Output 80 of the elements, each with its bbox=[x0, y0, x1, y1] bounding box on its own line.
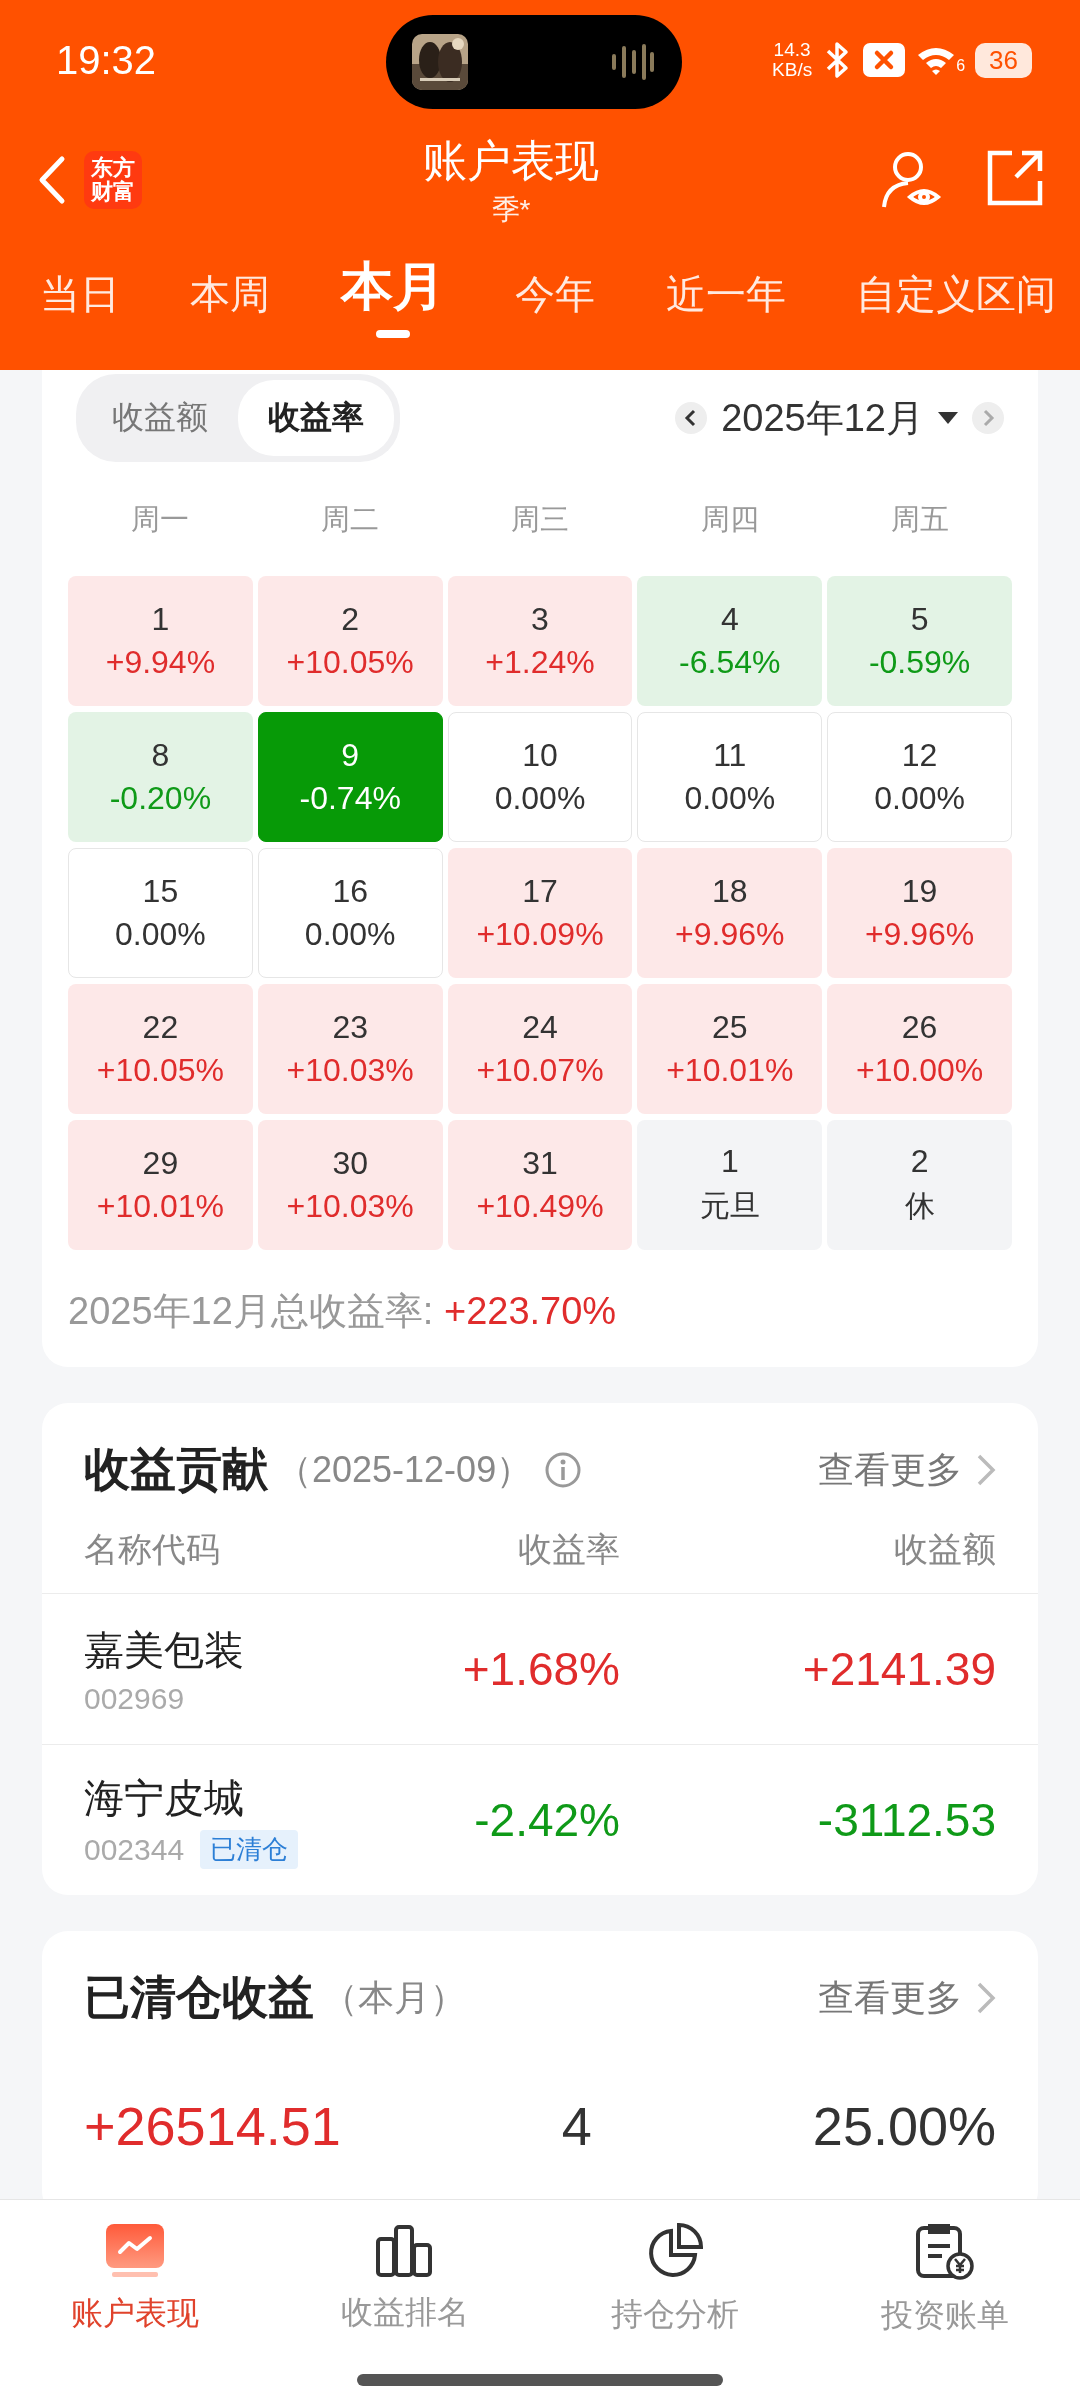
app-logo: 东方 财富 bbox=[84, 151, 142, 209]
return-amount: +2141.39 bbox=[801, 1642, 996, 1696]
chevron-right-icon bbox=[976, 1981, 996, 2015]
next-month-button[interactable] bbox=[972, 402, 1004, 434]
info-icon[interactable] bbox=[544, 1451, 583, 1489]
calendar-day[interactable]: 15 0.00% bbox=[68, 848, 253, 978]
calendar-day[interactable]: 9 -0.74% bbox=[257, 712, 443, 842]
section-title: 收益贡献 bbox=[84, 1442, 268, 1497]
cleared-tag: 已清仓 bbox=[200, 1830, 299, 1869]
calendar-day[interactable]: 29 +10.01% bbox=[68, 1120, 253, 1250]
month-label[interactable]: 2025年12月 bbox=[721, 392, 924, 444]
month-total: 2025年12月总收益率: +223.70% bbox=[68, 1289, 618, 1334]
calendar-day[interactable]: 30 +10.03% bbox=[257, 1120, 443, 1250]
calendar-day[interactable]: 11 0.00% bbox=[637, 712, 823, 842]
weekday-label: 周三 bbox=[510, 502, 570, 537]
calendar-day[interactable]: 31 +10.49% bbox=[447, 1120, 633, 1250]
stock-code: 002969 bbox=[84, 1681, 185, 1716]
sound-wave-icon bbox=[610, 42, 656, 82]
calendar-day[interactable]: 10 0.00% bbox=[447, 712, 633, 842]
calendar-day[interactable]: 25 +10.01% bbox=[637, 984, 823, 1114]
calendar-day[interactable]: 5 -0.59% bbox=[827, 576, 1012, 706]
weekday-label: 周五 bbox=[889, 502, 950, 537]
stock-name: 海宁皮城 bbox=[84, 1775, 245, 1822]
toggle-option[interactable]: 收益额 bbox=[82, 380, 238, 456]
see-more-link[interactable]: 查看更多 bbox=[818, 1973, 996, 2023]
return-rate: +1.68% bbox=[461, 1642, 621, 1696]
column-header: 收益额 bbox=[893, 1529, 996, 1570]
calendar-day[interactable]: 24 +10.07% bbox=[447, 984, 633, 1114]
bill-yuan-icon bbox=[916, 2222, 974, 2280]
calendar-day[interactable]: 1 +9.94% bbox=[68, 576, 253, 706]
calendar-day[interactable]: 12 0.00% bbox=[827, 712, 1012, 842]
stat-value: 25.00% bbox=[812, 2095, 996, 2157]
no-sim-icon bbox=[862, 42, 907, 78]
calendar-day[interactable]: 2 +10.05% bbox=[257, 576, 443, 706]
stock-row[interactable]: 嘉美包装 002969 +1.68% +2141.39 bbox=[42, 1593, 1038, 1744]
bar-chart-icon bbox=[376, 2225, 434, 2277]
chevron-right-icon bbox=[976, 1453, 996, 1487]
section-date: （2025-12-09） bbox=[276, 1447, 533, 1492]
calendar-day[interactable]: 3 +1.24% bbox=[447, 576, 633, 706]
monitor-chart-icon bbox=[106, 2224, 164, 2278]
calendar-day[interactable]: 2 休 bbox=[827, 1120, 1012, 1250]
network-speed: 14.3 KB/s bbox=[772, 40, 813, 80]
pie-chart-icon bbox=[647, 2223, 703, 2279]
calendar-day[interactable]: 18 +9.96% bbox=[637, 848, 823, 978]
weekday-label: 周四 bbox=[699, 502, 760, 537]
calendar-day[interactable]: 16 0.00% bbox=[257, 848, 443, 978]
dropdown-caret-icon[interactable] bbox=[938, 412, 958, 424]
prev-month-button[interactable] bbox=[675, 402, 708, 434]
stock-name: 嘉美包装 bbox=[84, 1626, 245, 1674]
calendar-day[interactable]: 8 -0.20% bbox=[68, 712, 253, 842]
wifi-icon bbox=[916, 45, 957, 75]
calendar-day[interactable]: 22 +10.05% bbox=[68, 984, 253, 1114]
weekday-label: 周一 bbox=[130, 502, 191, 537]
stat-value: +26514.51 bbox=[84, 2095, 341, 2157]
section-title: 已清仓收益 bbox=[84, 1970, 314, 2025]
section-period: （本月） bbox=[322, 1975, 466, 2020]
stock-row[interactable]: 海宁皮城 002344 已清仓 -2.42% -3112.53 bbox=[42, 1744, 1038, 1895]
return-rate: -2.42% bbox=[473, 1793, 621, 1847]
return-amount: -3112.53 bbox=[816, 1793, 996, 1847]
calendar-day[interactable]: 19 +9.96% bbox=[827, 848, 1012, 978]
calendar-day[interactable]: 26 +10.00% bbox=[827, 984, 1012, 1114]
page-title: 账户表现 bbox=[423, 134, 599, 187]
calendar-day[interactable]: 1 元旦 bbox=[637, 1120, 823, 1250]
column-header: 收益率 bbox=[517, 1529, 621, 1570]
share-icon[interactable] bbox=[986, 149, 1044, 207]
stock-code: 002344 bbox=[84, 1832, 185, 1867]
calendar-day[interactable]: 17 +10.09% bbox=[447, 848, 633, 978]
chevron-right-icon bbox=[981, 409, 995, 427]
stat-value: 4 bbox=[561, 2095, 592, 2157]
weekday-label: 周二 bbox=[320, 502, 381, 537]
account-name: 季* bbox=[491, 192, 531, 227]
status-time: 19:32 bbox=[56, 37, 158, 83]
bottom-tab[interactable]: 账户表现 bbox=[0, 2200, 270, 2360]
wifi-label: 6 bbox=[956, 57, 966, 75]
calendar-day[interactable]: 4 -6.54% bbox=[637, 576, 823, 706]
toggle-option[interactable]: 收益率 bbox=[238, 380, 394, 456]
column-header: 名称代码 bbox=[84, 1529, 221, 1570]
see-more-link[interactable]: 查看更多 bbox=[818, 1445, 996, 1495]
calendar-day[interactable]: 23 +10.03% bbox=[257, 984, 443, 1114]
battery-level: 36 bbox=[975, 42, 1032, 78]
